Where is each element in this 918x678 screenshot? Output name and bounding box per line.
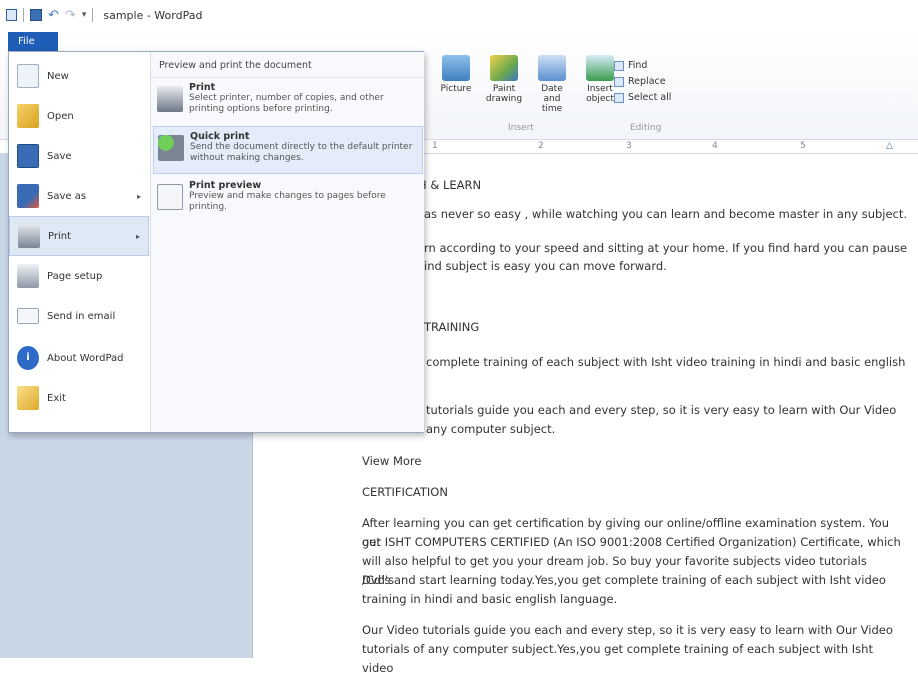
file-menu-commands: New Open Save Save as ▸ Print ▸ Page set… [9, 52, 149, 432]
title-bar: ↶ ↷ ▾ sample - WordPad [0, 0, 918, 30]
menu-item-about[interactable]: i About WordPad [9, 338, 149, 378]
picture-button[interactable]: Picture [436, 55, 476, 94]
replace-icon [614, 76, 624, 87]
separator [92, 8, 94, 22]
open-folder-icon [17, 104, 39, 128]
menu-item-send-email[interactable]: Send in email [9, 296, 149, 336]
doc-line: tutorials guide you each and every step,… [426, 403, 897, 417]
doc-line: as never so easy , while watching you ca… [424, 207, 908, 221]
doc-line: tutorials of any computer subject.Yes,yo… [362, 642, 873, 675]
redo-icon[interactable]: ↷ [65, 9, 76, 22]
doc-line: /Cd's and start learning today.Yes,you g… [362, 573, 886, 587]
insert-object-icon [586, 55, 614, 81]
file-tab[interactable]: File [8, 32, 58, 51]
submenu-item-print-preview[interactable]: Print preview Preview and make changes t… [153, 176, 423, 224]
doc-line: any computer subject. [426, 422, 556, 436]
menu-item-print[interactable]: Print ▸ [9, 216, 149, 256]
calendar-icon [538, 55, 566, 81]
submenu-item-quick-print[interactable]: Quick print Send the document directly t… [153, 126, 423, 174]
paint-drawing-icon [490, 55, 518, 81]
save-icon[interactable] [30, 9, 42, 21]
paint-drawing-button[interactable]: Paint drawing [484, 55, 524, 104]
menu-item-open[interactable]: Open [9, 96, 149, 136]
separator [23, 8, 24, 22]
doc-line: ind subject is easy you can move forward… [424, 259, 667, 273]
print-preview-icon [157, 184, 183, 210]
exit-icon [17, 386, 39, 410]
menu-item-page-setup[interactable]: Page setup [9, 256, 149, 296]
picture-icon [442, 55, 470, 81]
new-document-icon [17, 64, 39, 88]
menu-item-save[interactable]: Save [9, 136, 149, 176]
page-setup-icon [17, 264, 39, 288]
printer-icon [157, 86, 183, 112]
submenu-item-print[interactable]: Print Select printer, number of copies, … [153, 78, 423, 126]
quick-print-icon [158, 135, 184, 161]
doc-line: CH & LEARN [410, 178, 482, 192]
window-title: sample - WordPad [103, 8, 203, 22]
email-icon [17, 308, 39, 324]
info-icon: i [17, 346, 39, 370]
menu-item-exit[interactable]: Exit [9, 378, 149, 418]
view-more-link[interactable]: View More [362, 452, 902, 471]
insert-group-label: Insert [508, 123, 534, 133]
date-time-button[interactable]: Date and time [532, 55, 572, 114]
printer-icon [18, 224, 40, 248]
menu-item-save-as[interactable]: Save as ▸ [9, 176, 149, 216]
doc-line: CERTIFICATION [362, 485, 448, 499]
quick-access-toolbar: ↶ ↷ ▾ sample - WordPad [6, 8, 202, 22]
find-button[interactable]: Find [614, 60, 671, 71]
doc-line: training in hindi and basic english lang… [362, 592, 618, 606]
doc-line: rn according to your speed and sitting a… [424, 241, 908, 255]
binoculars-icon [614, 60, 624, 71]
doc-line: Our Video tutorials guide you each and e… [362, 623, 893, 637]
submenu-arrow-icon: ▸ [136, 191, 141, 201]
insert-group: Picture Paint drawing Date and time Inse… [436, 55, 620, 114]
doc-line: TRAINING [424, 320, 480, 334]
doc-line: our ISHT COMPUTERS CERTIFIED (An ISO 900… [362, 535, 901, 549]
menu-item-new[interactable]: New [9, 56, 149, 96]
replace-button[interactable]: Replace [614, 76, 671, 87]
customize-toolbar-icon[interactable]: ▾ [82, 10, 87, 20]
right-indent-marker[interactable]: △ [886, 141, 893, 151]
print-submenu: Preview and print the document Print Sel… [150, 52, 424, 432]
undo-icon[interactable]: ↶ [48, 9, 59, 22]
editing-group: Find Replace Select all [614, 60, 671, 108]
file-menu: New Open Save Save as ▸ Print ▸ Page set… [8, 51, 424, 433]
save-as-icon [17, 184, 39, 208]
wordpad-app-icon[interactable] [6, 9, 17, 21]
select-all-button[interactable]: Select all [614, 92, 671, 103]
doc-line: complete training of each subject with I… [426, 355, 906, 369]
editing-group-label: Editing [630, 123, 662, 133]
submenu-heading: Preview and print the document [151, 52, 424, 78]
submenu-arrow-icon: ▸ [135, 231, 140, 241]
save-icon [17, 144, 39, 168]
select-all-icon [614, 92, 624, 103]
